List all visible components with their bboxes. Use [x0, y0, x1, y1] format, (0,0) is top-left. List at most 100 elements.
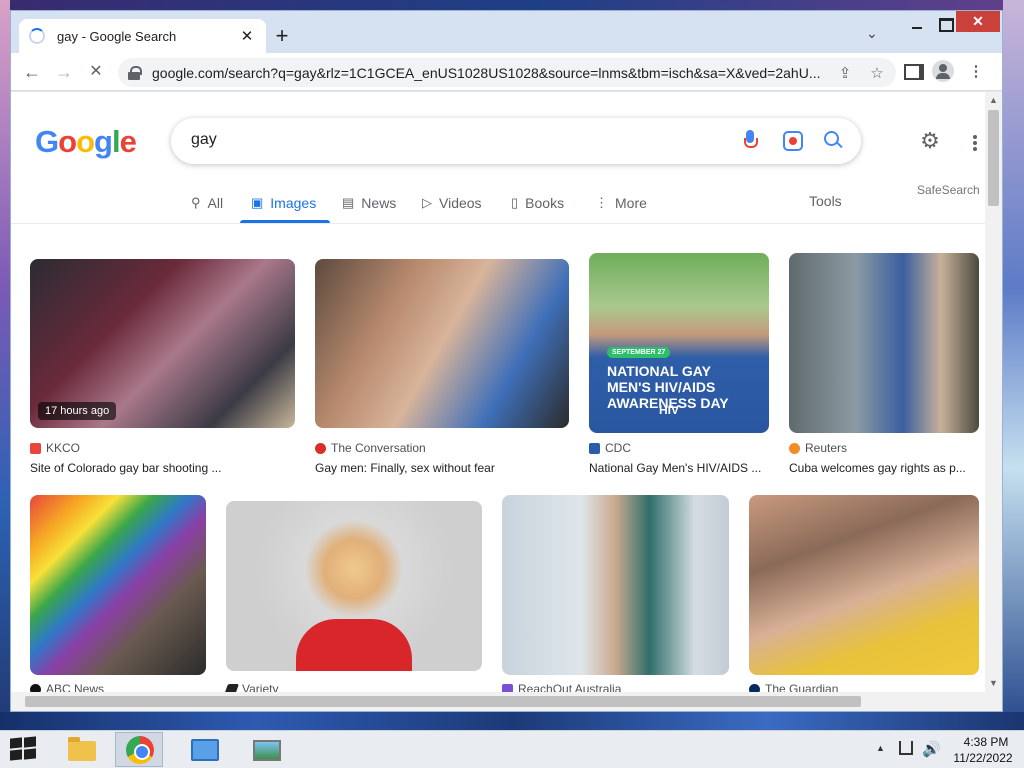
image-result[interactable]: Variety [223, 501, 482, 692]
image-result[interactable]: ReachOut Australia [502, 495, 729, 692]
result-thumbnail[interactable] [502, 495, 729, 675]
taskbar-control-panel[interactable] [180, 732, 228, 767]
search-input[interactable]: gay [191, 131, 217, 149]
taskbar-file-explorer[interactable] [57, 732, 105, 767]
play-icon: ▷ [422, 195, 432, 210]
result-caption[interactable]: National Gay Men's HIV/AIDS ... [589, 461, 769, 475]
clock-date[interactable]: 11/22/2022 [950, 751, 1016, 765]
clock-time[interactable]: 4:38 PM [956, 735, 1016, 749]
browser-toolbar: ← → ✕ google.com/search?q=gay&rlz=1C1GCE… [11, 53, 1002, 91]
back-button[interactable]: ← [21, 61, 43, 83]
google-lens-icon[interactable] [783, 131, 803, 151]
result-source[interactable]: Reuters [789, 441, 847, 455]
search-icon: ⚲ [191, 195, 201, 210]
active-tab-indicator [240, 220, 330, 223]
poster-logo: HIV [659, 403, 680, 417]
image-result[interactable]: SEPTEMBER 27 NATIONAL GAY MEN'S HIV/AIDS… [589, 253, 769, 479]
guardian-favicon-icon [749, 683, 760, 692]
variety-favicon-icon [223, 683, 240, 692]
vertical-scrollbar[interactable]: ▲ ▼ [985, 92, 1002, 692]
tab-more[interactable]: ⋮ More [595, 182, 647, 224]
taskbar-photos[interactable] [242, 732, 290, 767]
maximize-button[interactable] [933, 15, 957, 33]
lock-icon[interactable] [128, 65, 142, 80]
result-thumbnail[interactable]: SEPTEMBER 27 NATIONAL GAY MEN'S HIV/AIDS… [589, 253, 769, 433]
tab-videos[interactable]: ▷ Videos [422, 182, 482, 224]
image-result[interactable]: Reuters Cuba welcomes gay rights as p... [789, 253, 979, 479]
result-source[interactable]: ABC News [30, 682, 104, 692]
browser-window: gay - Google Search ✕ + ⌄ ✕ ← → ✕ google… [10, 10, 1003, 712]
cdc-favicon-icon [589, 442, 600, 454]
conversation-favicon-icon [315, 442, 326, 454]
result-thumbnail[interactable] [30, 495, 206, 675]
new-tab-button[interactable]: + [270, 25, 294, 47]
result-source[interactable]: CDC [589, 441, 631, 455]
chrome-icon [126, 736, 154, 764]
image-result[interactable]: The Guardian [749, 495, 979, 692]
volume-icon[interactable]: 🔊 [922, 740, 941, 758]
loading-spinner-icon [29, 28, 45, 44]
red-dress-shape [296, 619, 412, 671]
windows-start-icon[interactable] [10, 736, 38, 762]
minimize-button[interactable] [905, 15, 929, 33]
url-text[interactable]: google.com/search?q=gay&rlz=1C1GCEA_enUS… [152, 65, 822, 81]
desktop-background-left [0, 0, 10, 720]
tab-close-icon[interactable]: ✕ [238, 27, 256, 45]
tab-images[interactable]: ▣ Images [251, 182, 316, 224]
browser-tab-active[interactable]: gay - Google Search ✕ [19, 19, 266, 53]
result-thumbnail[interactable] [789, 253, 979, 433]
result-source[interactable]: KKCO [30, 441, 80, 455]
reuters-favicon-icon [789, 442, 800, 454]
image-result[interactable]: 17 hours ago KKCO Site of Colorado gay b… [30, 259, 295, 479]
apps-grid-icon[interactable] [971, 134, 985, 152]
scroll-down-arrow-icon[interactable]: ▼ [989, 678, 998, 688]
address-bar[interactable]: google.com/search?q=gay&rlz=1C1GCEA_enUS… [118, 58, 896, 87]
result-thumbnail[interactable] [315, 259, 569, 428]
share-icon[interactable]: ⇪ [836, 64, 854, 82]
tools-button[interactable]: Tools [809, 193, 842, 209]
bookmark-star-icon[interactable]: ☆ [868, 64, 886, 82]
tab-news[interactable]: ▤ News [342, 182, 396, 224]
horizontal-scroll-thumb[interactable] [25, 696, 861, 707]
result-source[interactable]: Variety [223, 682, 278, 692]
news-icon: ▤ [342, 195, 355, 210]
result-source[interactable]: The Guardian [749, 682, 838, 692]
photo-viewer-icon [253, 740, 281, 761]
result-thumbnail[interactable]: 17 hours ago [30, 259, 295, 428]
reachout-favicon-icon [502, 683, 513, 692]
result-caption[interactable]: Site of Colorado gay bar shooting ... [30, 461, 295, 475]
image-result[interactable]: The Conversation Gay men: Finally, sex w… [315, 259, 569, 479]
search-box[interactable]: gay [171, 118, 861, 164]
tray-chevron-up-icon[interactable]: ▲ [876, 743, 885, 753]
browser-menu-icon[interactable]: ⋮ [966, 62, 986, 80]
forward-button[interactable]: → [53, 61, 75, 83]
search-icon[interactable] [823, 130, 843, 150]
close-window-button[interactable]: ✕ [956, 11, 1000, 32]
result-caption[interactable]: Cuba welcomes gay rights as p... [789, 461, 979, 475]
microphone-icon[interactable] [743, 130, 758, 152]
abc-news-favicon-icon [30, 683, 41, 692]
result-thumbnail[interactable] [226, 501, 482, 671]
vertical-scroll-thumb[interactable] [988, 110, 999, 206]
windows-taskbar: ▲ 🔊 4:38 PM 11/22/2022 [0, 730, 1024, 768]
horizontal-scrollbar[interactable] [11, 692, 1002, 711]
image-result[interactable]: ABC News [30, 495, 206, 692]
safesearch-button[interactable]: SafeSearch [917, 183, 980, 197]
kkco-favicon-icon [30, 442, 41, 454]
scroll-up-arrow-icon[interactable]: ▲ [989, 95, 998, 105]
google-logo[interactable]: Google [35, 124, 137, 160]
tab-books[interactable]: ▯ Books [511, 182, 564, 224]
result-caption[interactable]: Gay men: Finally, sex without fear [315, 461, 569, 475]
profile-avatar-icon[interactable] [932, 60, 954, 82]
gear-icon[interactable]: ⚙ [919, 130, 941, 152]
result-source[interactable]: ReachOut Australia [502, 682, 621, 692]
network-icon[interactable] [899, 741, 913, 755]
taskbar-chrome[interactable] [115, 732, 163, 767]
tab-search-chevron-icon[interactable]: ⌄ [866, 25, 878, 42]
result-thumbnail[interactable] [749, 495, 979, 675]
result-source[interactable]: The Conversation [315, 441, 426, 455]
stop-loading-button[interactable]: ✕ [85, 61, 107, 83]
tab-all[interactable]: ⚲ All [191, 182, 223, 224]
more-vert-icon: ⋮ [595, 195, 608, 210]
desktop-background-right [1003, 0, 1024, 720]
